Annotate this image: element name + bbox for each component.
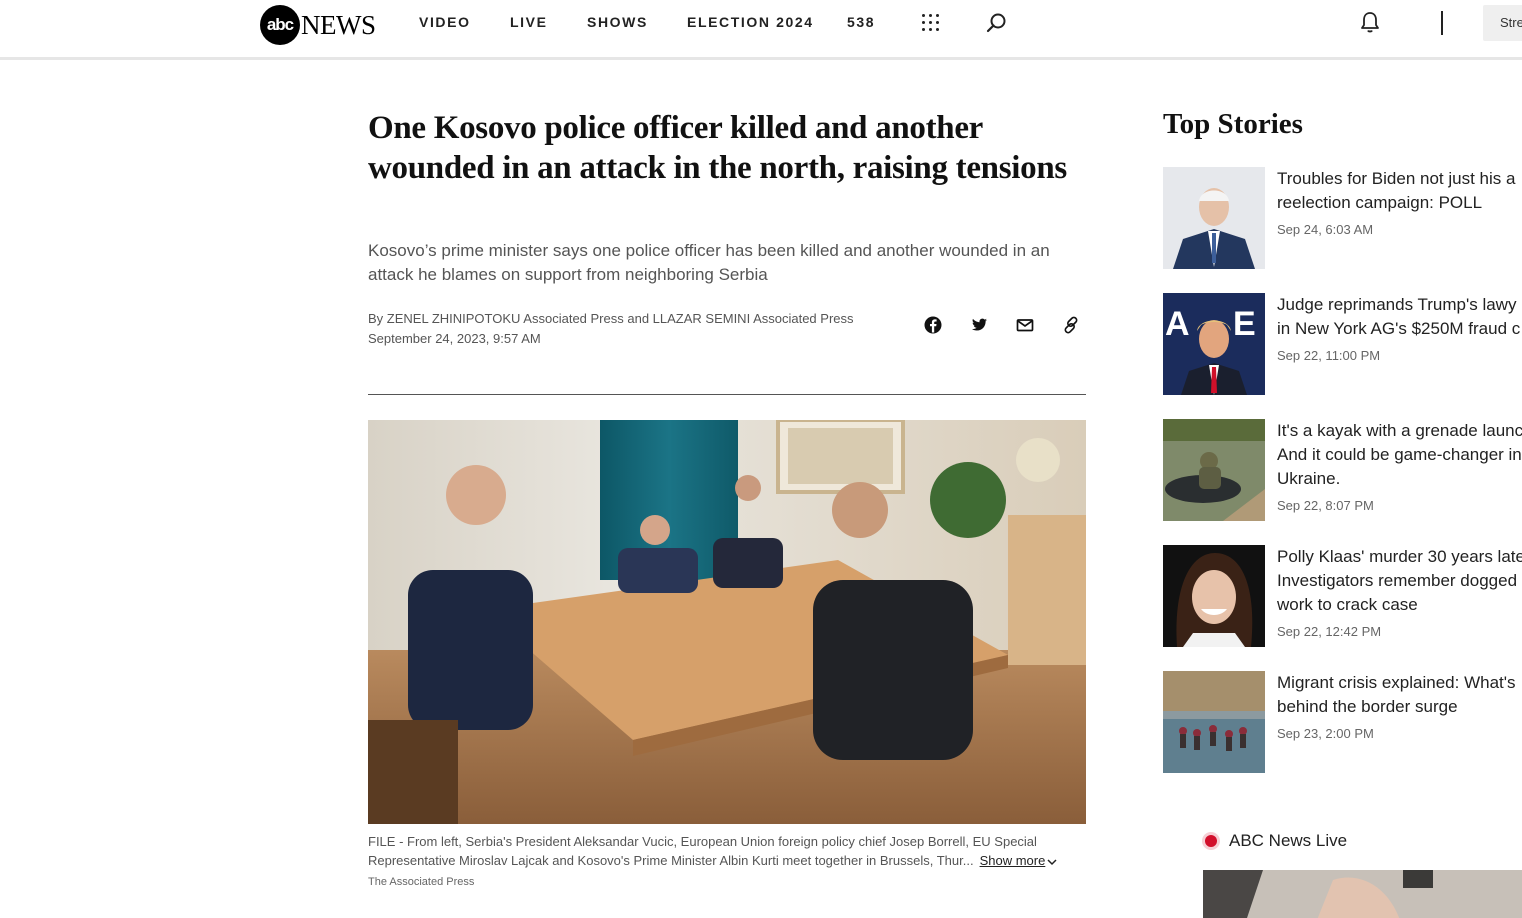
story-timestamp: Sep 23, 2:00 PM	[1277, 726, 1374, 741]
top-story-item[interactable]: Migrant crisis explained: What's behind …	[1163, 671, 1522, 773]
top-story-item[interactable]: AE Judge reprimands Trump's lawy in New …	[1163, 293, 1522, 395]
abc-logo-circle: abc	[260, 5, 300, 45]
story-title[interactable]: Judge reprimands Trump's lawy in New Yor…	[1277, 293, 1522, 341]
nav-shows[interactable]: SHOWS	[587, 14, 648, 32]
story-timestamp: Sep 22, 11:00 PM	[1277, 348, 1381, 363]
notification-bell-icon[interactable]	[1358, 10, 1382, 34]
story-thumbnail[interactable]	[1163, 545, 1265, 647]
article-lead-image[interactable]	[368, 420, 1086, 824]
caption-text: FILE - From left, Serbia's President Ale…	[368, 834, 1037, 868]
twitter-share-icon[interactable]	[968, 314, 990, 336]
svg-text:A: A	[1165, 305, 1190, 343]
byline-authors[interactable]: By ZENEL ZHINIPOTOKU Associated Press an…	[368, 309, 908, 329]
publish-date: September 24, 2023, 9:57 AM	[368, 331, 541, 346]
story-title[interactable]: Troubles for Biden not just his a reelec…	[1277, 167, 1522, 215]
nav-538[interactable]: 538	[847, 14, 875, 32]
story-timestamp: Sep 24, 6:03 AM	[1277, 222, 1374, 237]
story-title[interactable]: Migrant crisis explained: What's behind …	[1277, 671, 1522, 719]
image-caption: FILE - From left, Serbia's President Ale…	[368, 832, 1088, 870]
article-byline-block: By ZENEL ZHINIPOTOKU Associated Press an…	[368, 309, 908, 349]
nav-live[interactable]: LIVE	[510, 14, 548, 32]
story-title[interactable]: Polly Klaas' murder 30 years late Invest…	[1277, 545, 1522, 617]
apps-grid-icon[interactable]	[922, 14, 940, 32]
search-icon[interactable]	[986, 12, 1008, 34]
live-stream-thumbnail[interactable]	[1203, 870, 1522, 918]
facebook-share-icon[interactable]	[922, 314, 944, 336]
email-share-icon[interactable]	[1014, 314, 1036, 336]
live-indicator-icon	[1205, 835, 1217, 847]
story-timestamp: Sep 22, 12:42 PM	[1277, 624, 1382, 639]
stream-button[interactable]: Stream	[1483, 5, 1522, 41]
svg-text:E: E	[1233, 305, 1256, 343]
top-stories-heading: Top Stories	[1163, 108, 1303, 140]
story-title[interactable]: It's a kayak with a grenade launc And it…	[1277, 419, 1522, 491]
chevron-down-icon[interactable]	[1047, 858, 1057, 866]
story-thumbnail[interactable]	[1163, 419, 1265, 521]
story-timestamp: Sep 22, 8:07 PM	[1277, 498, 1374, 513]
abc-news-live-label[interactable]: ABC News Live	[1205, 831, 1347, 851]
news-wordmark: NEWS	[301, 9, 376, 40]
article-summary: Kosovo’s prime minister says one police …	[368, 241, 1050, 284]
top-story-item[interactable]: Polly Klaas' murder 30 years late Invest…	[1163, 545, 1522, 647]
nav-election-2024[interactable]: ELECTION 2024	[687, 14, 814, 32]
nav-video[interactable]: VIDEO	[419, 14, 471, 32]
copy-link-icon[interactable]	[1060, 314, 1082, 336]
header-divider	[1441, 11, 1443, 35]
story-thumbnail[interactable]: AE	[1163, 293, 1265, 395]
top-story-item[interactable]: Troubles for Biden not just his a reelec…	[1163, 167, 1522, 269]
top-navigation-bar: abc NEWS VIDEO LIVE SHOWS ELECTION 2024 …	[0, 0, 1522, 60]
image-credit: The Associated Press	[368, 876, 475, 888]
article-header-divider	[368, 394, 1086, 395]
abc-news-logo[interactable]: abc NEWS	[260, 5, 376, 45]
story-thumbnail[interactable]	[1163, 167, 1265, 269]
story-thumbnail[interactable]	[1163, 671, 1265, 773]
top-story-item[interactable]: It's a kayak with a grenade launc And it…	[1163, 419, 1522, 521]
meeting-room-photo	[368, 420, 1086, 824]
article-headline: One Kosovo police officer killed and ano…	[368, 110, 1067, 186]
show-more-link[interactable]: Show more	[980, 853, 1046, 868]
